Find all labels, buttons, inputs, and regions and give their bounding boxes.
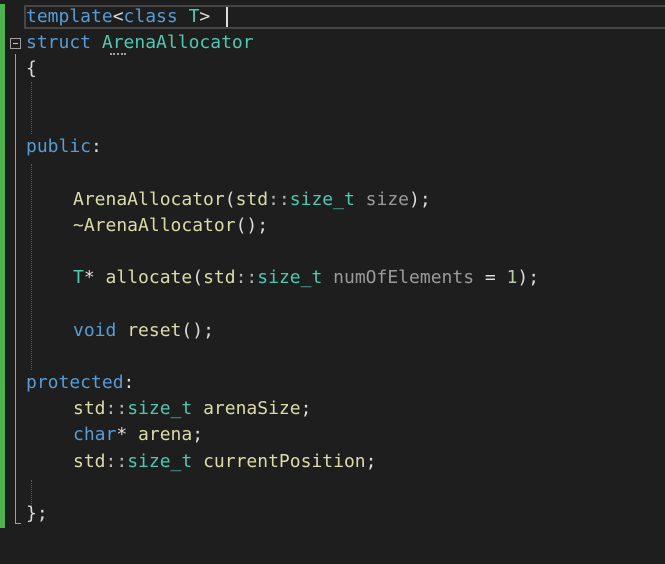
- member-name: arenaSize: [203, 398, 301, 419]
- punctuation: };: [26, 503, 48, 524]
- keyword: class: [123, 6, 178, 27]
- keyword: protected: [26, 372, 124, 393]
- keyword: public: [26, 136, 92, 157]
- code-line-3[interactable]: {: [26, 56, 37, 82]
- scope-operator: ::: [235, 267, 258, 288]
- keyword: char: [73, 424, 117, 445]
- punctuation: >: [199, 6, 211, 27]
- punctuation: [178, 6, 189, 27]
- code-line-15[interactable]: protected:: [26, 370, 134, 396]
- number-literal: 1: [506, 267, 518, 288]
- function-name: reset: [127, 320, 182, 341]
- punctuation: :: [123, 372, 135, 393]
- keyword: struct: [26, 32, 92, 53]
- punctuation: [91, 32, 102, 53]
- code-line-1[interactable]: template<class T>: [26, 4, 210, 30]
- punctuation: [116, 320, 127, 341]
- namespace-name: std: [203, 267, 236, 288]
- punctuation: :: [91, 136, 102, 157]
- namespace-name: std: [73, 398, 106, 419]
- type-name: size_t: [289, 189, 355, 210]
- punctuation: (: [224, 189, 236, 210]
- indent-guide: [31, 164, 32, 370]
- punctuation: *: [116, 424, 139, 445]
- punctuation: =: [474, 267, 507, 288]
- type-name: size_t: [127, 398, 193, 419]
- change-tracking-bar: [0, 4, 5, 528]
- punctuation: ;: [192, 424, 204, 445]
- punctuation: ();: [235, 215, 269, 236]
- type-name: T: [73, 267, 84, 288]
- parameter-name: size: [365, 189, 409, 210]
- code-line-2[interactable]: struct ArenaAllocator: [26, 30, 254, 56]
- namespace-name: std: [235, 189, 269, 210]
- scope-operator: ::: [105, 451, 128, 472]
- code-line-6[interactable]: public:: [26, 134, 102, 160]
- type-name: size_t: [257, 267, 323, 288]
- punctuation: {: [26, 58, 37, 79]
- code-editor[interactable]: template<class T> struct ArenaAllocator …: [0, 0, 665, 564]
- punctuation: (: [192, 267, 204, 288]
- indent-guide: [31, 82, 32, 134]
- keyword: template: [26, 6, 113, 27]
- scope-operator: ::: [105, 398, 128, 419]
- punctuation: );: [517, 267, 540, 288]
- fold-guide-end: [15, 523, 21, 524]
- type-name: size_t: [127, 451, 193, 472]
- punctuation: <: [112, 6, 124, 27]
- code-line-13[interactable]: void reset();: [73, 318, 214, 344]
- code-line-8[interactable]: ArenaAllocator(std::size_t size);: [73, 187, 431, 213]
- function-name: ~ArenaAllocator: [73, 215, 236, 236]
- punctuation: ();: [181, 320, 214, 341]
- punctuation: [322, 267, 333, 288]
- punctuation: ;: [300, 398, 312, 419]
- code-line-18[interactable]: std::size_t currentPosition;: [73, 449, 376, 475]
- text-caret: [226, 7, 228, 27]
- punctuation: );: [409, 189, 431, 210]
- scope-operator: ::: [268, 189, 290, 210]
- function-name: ArenaAllocator: [73, 189, 225, 210]
- type-name: T: [188, 6, 200, 27]
- function-name: allocate: [105, 267, 193, 288]
- namespace-name: std: [73, 451, 106, 472]
- code-line-17[interactable]: char* arena;: [73, 422, 203, 448]
- editor-bottom-area: [0, 534, 665, 564]
- punctuation: [192, 451, 203, 472]
- punctuation: [355, 189, 366, 210]
- fold-guide-line: [15, 54, 16, 524]
- collapse-icon[interactable]: [10, 38, 21, 49]
- code-line-16[interactable]: std::size_t arenaSize;: [73, 396, 311, 422]
- punctuation: *: [83, 267, 106, 288]
- keyword: void: [73, 320, 117, 341]
- member-name: arena: [138, 424, 193, 445]
- punctuation: [192, 398, 203, 419]
- parameter-name: numOfElements: [333, 267, 475, 288]
- member-name: currentPosition: [203, 451, 366, 472]
- code-line-20[interactable]: };: [26, 501, 48, 527]
- code-line-9[interactable]: ~ArenaAllocator();: [73, 213, 268, 239]
- code-line-11[interactable]: T* allocate(std::size_t numOfElements = …: [73, 265, 539, 291]
- punctuation: ;: [365, 451, 377, 472]
- suggestion-squiggle[interactable]: [110, 50, 126, 55]
